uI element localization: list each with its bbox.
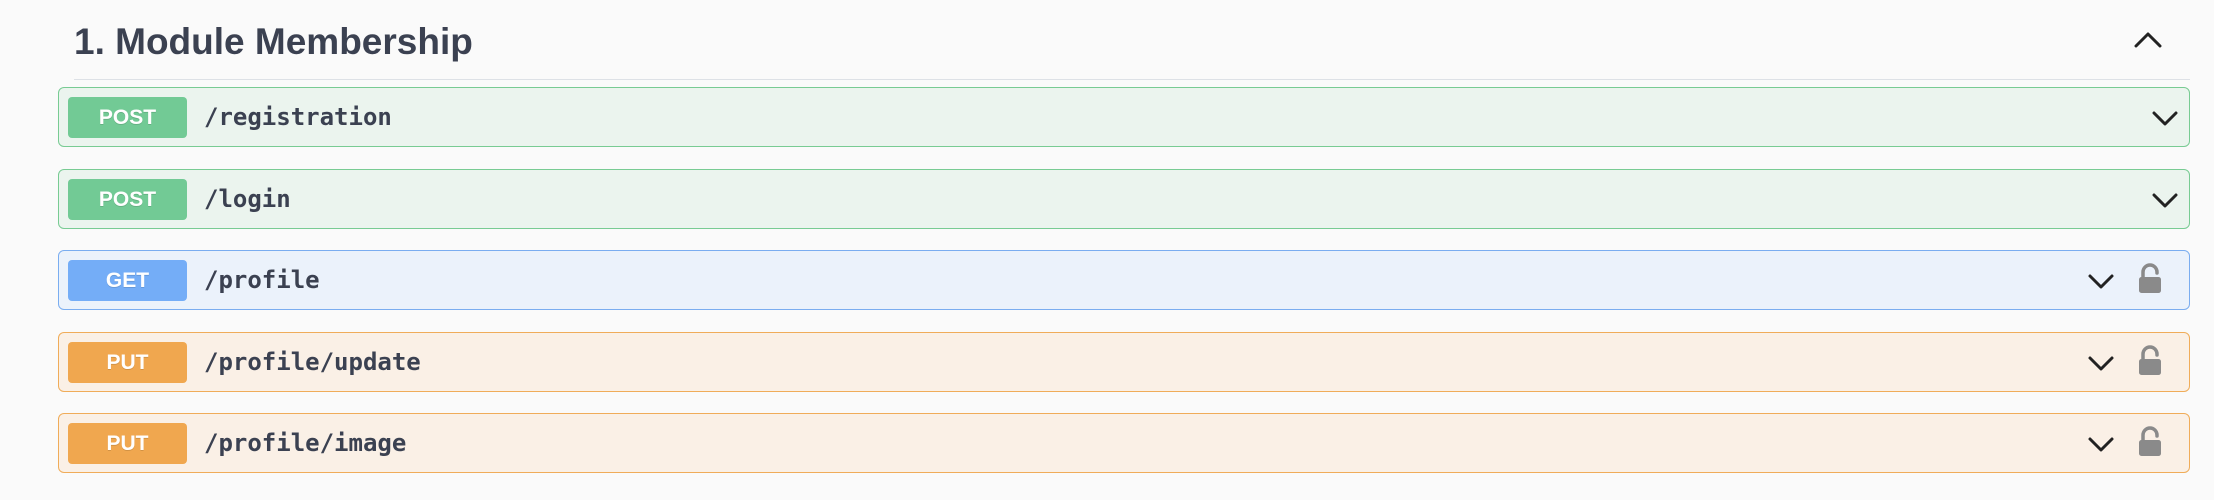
chevron-down-icon[interactable] (2085, 428, 2117, 460)
operation-path: /registration (204, 103, 392, 131)
operation-path: /profile/update (204, 348, 421, 376)
unlock-icon[interactable] (2135, 263, 2165, 295)
operation-post-login[interactable]: POST /login (58, 169, 2190, 229)
operation-put-profile-update[interactable]: PUT /profile/update (58, 332, 2190, 392)
method-badge: POST (68, 97, 187, 138)
operation-put-profile-image[interactable]: PUT /profile/image (58, 413, 2190, 473)
chevron-down-icon[interactable] (2085, 265, 2117, 297)
operation-post-registration[interactable]: POST /registration (58, 87, 2190, 147)
chevron-up-icon[interactable] (2130, 22, 2166, 58)
operation-path: /profile (204, 266, 320, 294)
section-header[interactable]: 1. Module Membership (74, 0, 2190, 80)
method-badge: PUT (68, 423, 187, 464)
chevron-down-icon[interactable] (2149, 184, 2181, 216)
operation-path: /profile/image (204, 429, 407, 457)
unlock-icon[interactable] (2135, 426, 2165, 458)
operation-path: /login (204, 185, 291, 213)
unlock-icon[interactable] (2135, 345, 2165, 377)
chevron-down-icon[interactable] (2085, 347, 2117, 379)
section-title: 1. Module Membership (74, 21, 473, 62)
operation-get-profile[interactable]: GET /profile (58, 250, 2190, 310)
chevron-down-icon[interactable] (2149, 102, 2181, 134)
method-badge: PUT (68, 342, 187, 383)
method-badge: GET (68, 260, 187, 301)
method-badge: POST (68, 179, 187, 220)
